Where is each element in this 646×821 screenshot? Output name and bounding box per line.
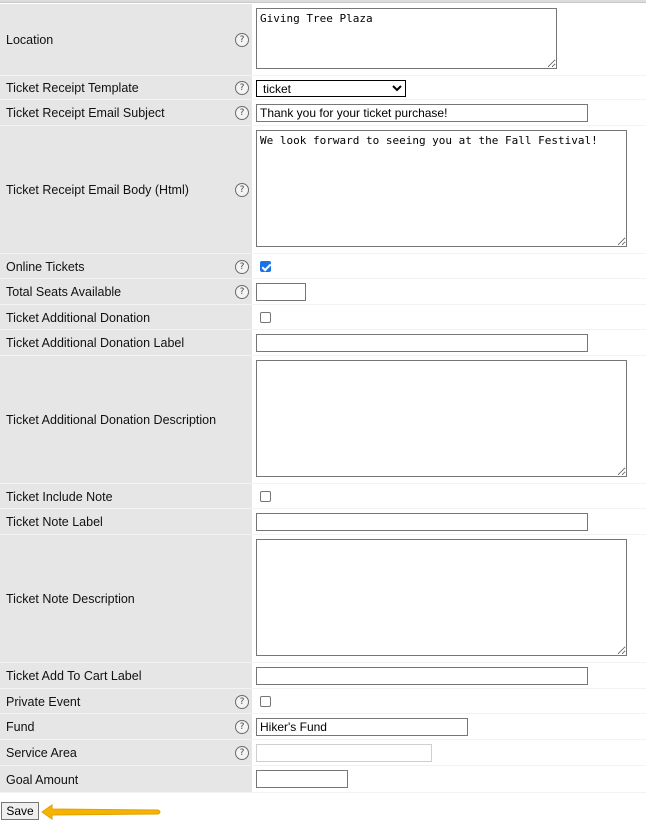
label-cell: Ticket Include Note [0,484,252,509]
row-fund: Fund ? [0,714,646,740]
help-icon[interactable]: ? [235,746,249,760]
row-ticket-receipt-email-body: Ticket Receipt Email Body (Html) ? We lo… [0,126,646,254]
label-cell: Ticket Note Description [0,535,252,663]
row-location: Location ? Giving Tree Plaza [0,4,646,76]
label-cell: Ticket Receipt Template [0,76,252,100]
label-cell: Ticket Receipt Email Subject [0,100,252,126]
row-ticket-additional-donation-description: Ticket Additional Donation Description [0,356,646,484]
ticket-add-to-cart-label-input[interactable] [256,667,588,685]
row-ticket-receipt-template: Ticket Receipt Template ? ticket [0,76,646,100]
ticket-receipt-email-subject-input[interactable] [256,104,588,122]
help-icon[interactable]: ? [235,81,249,95]
help-icon[interactable]: ? [235,694,249,709]
field-label-ticket-note-label: Ticket Note Label [6,515,103,529]
field-label-ticket-receipt-email-subject: Ticket Receipt Email Subject [6,106,165,120]
field-label-ticket-receipt-template: Ticket Receipt Template [6,81,139,95]
label-cell: Ticket Receipt Email Body (Html) [0,126,252,254]
row-online-tickets: Online Tickets ? [0,254,646,279]
help-icon[interactable]: ? [235,33,249,47]
row-private-event: Private Event ? [0,689,646,714]
field-label-service-area: Service Area [6,746,77,760]
row-ticket-additional-donation: Ticket Additional Donation [0,305,646,330]
label-cell: Ticket Additional Donation Description [0,356,252,484]
online-tickets-checkbox[interactable] [260,261,271,272]
service-area-input[interactable] [256,744,432,762]
top-border [0,0,646,3]
label-cell: Fund [0,714,252,740]
ticket-note-description-textarea[interactable] [256,539,627,656]
help-icon[interactable]: ? [235,285,249,299]
ticket-additional-donation-checkbox[interactable] [260,312,271,323]
label-cell: Ticket Additional Donation [0,305,252,330]
field-label-location: Location [6,33,54,47]
field-label-ticket-include-note: Ticket Include Note [6,489,113,504]
field-label-goal-amount: Goal Amount [6,772,79,787]
help-icon[interactable]: ? [235,720,249,734]
row-ticket-note-label: Ticket Note Label [0,509,646,535]
row-ticket-additional-donation-label: Ticket Additional Donation Label [0,330,646,356]
label-cell: Private Event [0,689,252,714]
field-label-ticket-add-to-cart-label: Ticket Add To Cart Label [6,669,142,683]
label-cell: Ticket Additional Donation Label [0,330,252,356]
field-label-ticket-note-description: Ticket Note Description [6,592,135,606]
label-cell: Ticket Add To Cart Label [0,663,252,689]
label-cell: Total Seats Available [0,279,252,305]
save-button[interactable]: Save [1,802,39,820]
ticket-note-label-input[interactable] [256,513,588,531]
ticket-receipt-template-select[interactable]: ticket [256,80,406,97]
label-cell: Goal Amount [0,766,252,793]
fund-input[interactable] [256,718,468,736]
row-total-seats-available: Total Seats Available ? [0,279,646,305]
private-event-checkbox[interactable] [260,696,271,707]
ticket-receipt-email-body-textarea[interactable]: We look forward to seeing you at the Fal… [256,130,627,247]
field-label-ticket-additional-donation-label: Ticket Additional Donation Label [6,336,185,350]
field-label-private-event: Private Event [6,694,81,709]
row-ticket-add-to-cart-label: Ticket Add To Cart Label [0,663,646,689]
label-cell: Ticket Note Label [0,509,252,535]
goal-amount-input[interactable] [256,770,348,788]
location-textarea[interactable]: Giving Tree Plaza [256,8,557,69]
row-ticket-receipt-email-subject: Ticket Receipt Email Subject ? [0,100,646,126]
help-icon[interactable]: ? [235,106,249,120]
field-label-total-seats-available: Total Seats Available [6,285,122,299]
row-ticket-note-description: Ticket Note Description [0,535,646,663]
field-label-ticket-additional-donation-description: Ticket Additional Donation Description [6,413,217,427]
row-divider [0,792,646,793]
field-label-online-tickets: Online Tickets [6,259,85,274]
row-goal-amount: Goal Amount [0,766,646,793]
ticket-additional-donation-description-textarea[interactable] [256,360,627,477]
label-cell: Location [0,4,252,76]
ticket-include-note-checkbox[interactable] [260,491,271,502]
label-cell: Online Tickets [0,254,252,279]
row-service-area: Service Area ? [0,740,646,766]
total-seats-available-input[interactable] [256,283,306,301]
row-ticket-include-note: Ticket Include Note [0,484,646,509]
field-label-fund: Fund [6,720,35,734]
field-label-ticket-additional-donation: Ticket Additional Donation [6,310,151,325]
field-label-ticket-receipt-email-body: Ticket Receipt Email Body (Html) [6,183,189,197]
help-icon[interactable]: ? [235,183,249,197]
arrow-left-icon [41,804,161,820]
arrow-shape [41,804,161,820]
help-icon[interactable]: ? [235,259,249,274]
label-cell: Service Area [0,740,252,766]
ticket-additional-donation-label-input[interactable] [256,334,588,352]
